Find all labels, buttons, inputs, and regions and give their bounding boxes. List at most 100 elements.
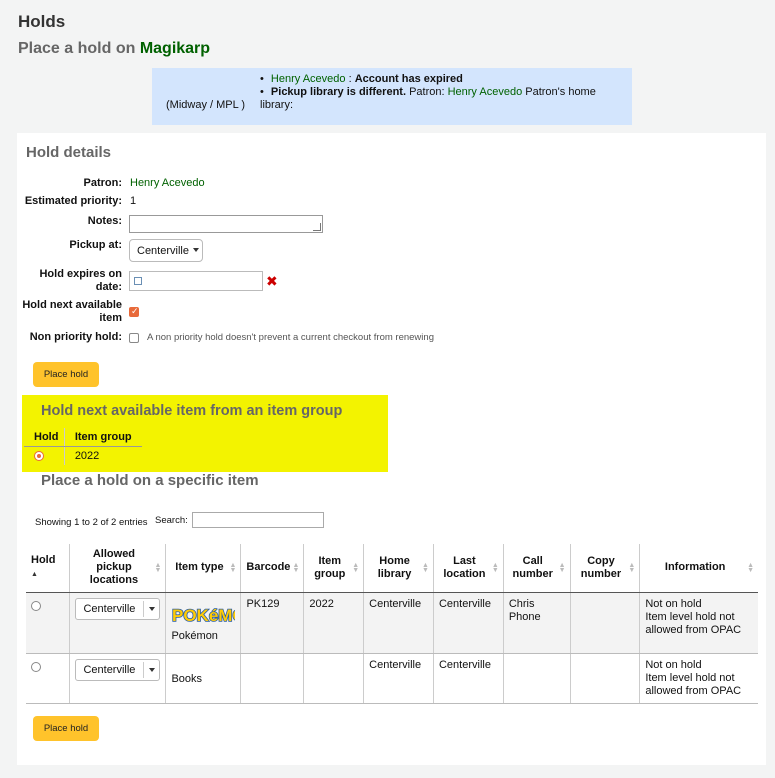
info-cell: Not on hold Item level hold not allowed fr… bbox=[639, 653, 758, 704]
col-itemgroup[interactable]: Item group ▲ ▼ bbox=[303, 544, 364, 593]
info-line-2: Item level hold not bbox=[645, 610, 735, 623]
itemtype-cell: Books bbox=[165, 653, 241, 704]
col-pickup-label: Allowed pickup locations bbox=[89, 548, 139, 587]
sort-icon: ▲ ▼ bbox=[422, 562, 429, 574]
info-line-3: allowed from OPAC bbox=[645, 684, 742, 697]
place-hold-button[interactable]: Place hold bbox=[33, 362, 99, 387]
sort-icon: ▲ ▼ bbox=[558, 562, 566, 574]
pickup-cell: Centerville bbox=[69, 592, 166, 654]
col-homelibrary-label: Home library bbox=[377, 554, 412, 580]
pickup-select-value: Centerville bbox=[137, 245, 189, 257]
col-barcode-label: Barcode bbox=[246, 561, 291, 574]
clear-date-icon[interactable]: ✖ bbox=[266, 273, 278, 290]
info-line-1: Not on hold bbox=[645, 597, 702, 610]
itemtype-cell: POKéMON Pokémon bbox=[165, 592, 241, 654]
alert-pickup-msg: Pickup library is different. bbox=[270, 86, 407, 98]
item-group-section: Hold next available item from an item gr… bbox=[22, 395, 388, 472]
col-lastlocation[interactable]: Last location ▲ ▼ bbox=[432, 544, 504, 593]
items-table: Hold ▲ Allowed pickup locations ▲ ▼ Item t… bbox=[26, 544, 758, 704]
pickup-label: Pickup at: bbox=[69, 239, 122, 251]
chevron-down-icon bbox=[193, 248, 199, 252]
next-label-1: Hold next available bbox=[22, 299, 122, 311]
group-col-group: Item group bbox=[63, 428, 142, 447]
home-cell: Centerville bbox=[363, 592, 434, 654]
call-line-1: Chris bbox=[508, 597, 535, 610]
col-barcode[interactable]: Barcode ▲ ▼ bbox=[240, 544, 304, 593]
sort-icon: ▲ ▼ bbox=[229, 562, 237, 574]
group-radio-cell bbox=[24, 446, 64, 465]
col-information-label: Information bbox=[664, 561, 726, 574]
col-pickup[interactable]: Allowed pickup locations ▲ ▼ bbox=[69, 544, 166, 593]
place-hold-specific-button[interactable]: Place hold bbox=[33, 716, 99, 741]
specific-item-title: Place a hold on a specific item bbox=[41, 472, 259, 489]
info-line-3: allowed from OPAC bbox=[645, 623, 742, 636]
alert-sep: : bbox=[345, 73, 355, 85]
col-copynumber-label: Copy number bbox=[580, 554, 622, 580]
col-itemtype[interactable]: Item type ▲ ▼ bbox=[165, 544, 241, 593]
patron-label: Patron: bbox=[83, 177, 123, 189]
resize-grip-icon[interactable] bbox=[313, 223, 321, 231]
item-group-radio[interactable] bbox=[34, 450, 44, 461]
barcode-cell bbox=[240, 653, 304, 704]
group-col-hold: Hold bbox=[24, 428, 65, 447]
notes-textarea[interactable] bbox=[129, 215, 323, 233]
call-line-2: Phone bbox=[508, 610, 541, 623]
group-cell: 2022 bbox=[303, 592, 364, 654]
select-divider bbox=[143, 600, 145, 617]
col-callnumber-label: Call number bbox=[512, 554, 553, 580]
warning-alert: Henry Acevedo : Account has expired Pick… bbox=[152, 68, 632, 125]
item-pickup-select[interactable]: Centerville bbox=[75, 658, 161, 681]
priority-label: Estimated priority: bbox=[24, 195, 122, 207]
sort-icon: ▲ ▼ bbox=[747, 562, 754, 574]
sort-icon: ▲ ▼ bbox=[491, 562, 499, 574]
next-available-checkbox[interactable] bbox=[129, 306, 139, 317]
pokemon-logo-icon: POKéMON bbox=[172, 605, 236, 626]
search-label: Search: bbox=[155, 515, 188, 526]
expiration-date-input[interactable] bbox=[129, 271, 263, 291]
col-information[interactable]: Information ▲ ▼ bbox=[639, 544, 758, 593]
col-hold[interactable]: Hold ▲ bbox=[26, 544, 70, 593]
hold-radio-cell bbox=[26, 592, 70, 654]
entries-info: Showing 1 to 2 of 2 entries bbox=[35, 517, 148, 528]
patron-link[interactable]: Henry Acevedo bbox=[130, 177, 205, 189]
col-itemtype-label: Item type bbox=[175, 561, 224, 574]
table-row: Centerville Books Centerville Centervill… bbox=[26, 653, 758, 704]
hold-details-title: Hold details bbox=[26, 144, 112, 161]
col-homelibrary[interactable]: Home library ▲ ▼ bbox=[363, 544, 434, 593]
info-line-2: Item level hold not bbox=[645, 671, 735, 684]
item-hold-radio[interactable] bbox=[31, 600, 41, 611]
sort-icon: ▲ ▼ bbox=[154, 562, 162, 574]
copy-cell bbox=[569, 592, 640, 654]
expires-label-1: Hold expires on bbox=[39, 268, 122, 280]
nonpriority-checkbox[interactable] bbox=[129, 333, 139, 343]
alert-expired-msg: Account has expired bbox=[354, 73, 463, 85]
priority-value: 1 bbox=[130, 195, 137, 207]
item-pickup-value: Centerville bbox=[83, 663, 136, 676]
sort-icon: ▲ ▼ bbox=[628, 562, 636, 574]
col-lastlocation-label: Last location bbox=[443, 554, 486, 580]
col-hold-label: Hold bbox=[31, 554, 56, 567]
pickup-select[interactable]: Centerville bbox=[129, 239, 203, 262]
alert-patron-link[interactable]: Henry Acevedo bbox=[271, 73, 346, 85]
item-pickup-select[interactable]: Centerville bbox=[75, 597, 161, 620]
barcode-cell: PK129 bbox=[240, 592, 304, 654]
col-copynumber[interactable]: Copy number ▲ ▼ bbox=[569, 544, 640, 593]
biblio-title-link[interactable]: Magikarp bbox=[140, 40, 210, 57]
search-input[interactable] bbox=[192, 512, 324, 528]
next-label-2: item bbox=[99, 312, 122, 324]
nonpriority-hint: A non priority hold doesn't prevent a cu… bbox=[147, 332, 434, 343]
chevron-down-icon bbox=[149, 606, 156, 611]
alert-patron-link-2[interactable]: Henry Acevedo bbox=[448, 86, 523, 98]
info-cell: Not on hold Item level hold not allowed fr… bbox=[639, 592, 758, 654]
page-title: Holds bbox=[18, 12, 66, 31]
copy-cell bbox=[569, 653, 640, 704]
expires-label-2: date: bbox=[95, 281, 122, 293]
item-group-table: Hold Item group 2022 bbox=[24, 428, 142, 465]
col-callnumber[interactable]: Call number ▲ ▼ bbox=[502, 544, 571, 593]
calendar-icon[interactable] bbox=[134, 277, 142, 285]
call-cell bbox=[502, 653, 571, 704]
hold-radio-cell bbox=[26, 653, 70, 704]
item-hold-radio[interactable] bbox=[31, 661, 41, 672]
item-pickup-value: Centerville bbox=[83, 602, 136, 615]
alert-patron-label: Patron: bbox=[406, 86, 448, 98]
